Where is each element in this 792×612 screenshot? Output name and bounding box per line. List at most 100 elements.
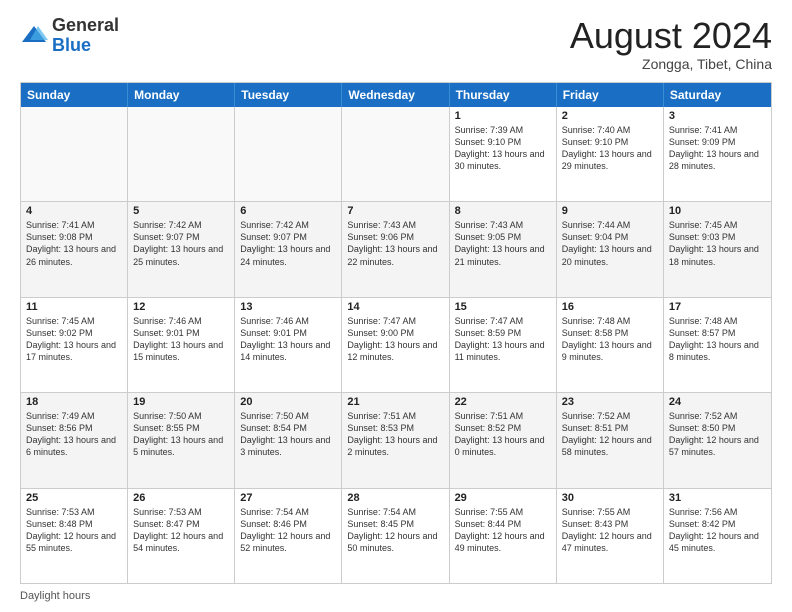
day-info: Sunrise: 7:40 AM Sunset: 9:10 PM Dayligh… xyxy=(562,124,658,173)
calendar-cell: 20 Sunrise: 7:50 AM Sunset: 8:54 PM Dayli… xyxy=(235,393,342,487)
calendar-cell: 5 Sunrise: 7:42 AM Sunset: 9:07 PM Daylig… xyxy=(128,202,235,296)
calendar-cell: 14Sunrise: 7:47 AM Sunset: 9:00 PM Dayli… xyxy=(342,298,449,392)
day-number: 21 xyxy=(347,396,443,408)
day-number: 17 xyxy=(669,301,766,313)
calendar-cell xyxy=(128,107,235,201)
day-info: Sunrise: 7:47 AM Sunset: 8:59 PM Dayligh… xyxy=(455,315,551,364)
calendar-cell: 13 Sunrise: 7:46 AM Sunset: 9:01 PM Dayli… xyxy=(235,298,342,392)
day-info: Sunrise: 7:55 AM Sunset: 8:44 PM Dayligh… xyxy=(455,506,551,555)
calendar-cell: 12Sunrise: 7:46 AM Sunset: 9:01 PM Dayli… xyxy=(128,298,235,392)
day-info: Sunrise: 7:46 AM Sunset: 9:01 PM Dayligh… xyxy=(240,315,336,364)
day-info: Sunrise: 7:43 AM Sunset: 9:05 PM Dayligh… xyxy=(455,219,551,268)
day-info: Sunrise: 7:45 AM Sunset: 9:02 PM Dayligh… xyxy=(26,315,122,364)
day-number: 20 xyxy=(240,396,336,408)
day-number: 28 xyxy=(347,492,443,504)
header-day-wednesday: Wednesday xyxy=(342,83,449,107)
header-day-saturday: Saturday xyxy=(664,83,771,107)
calendar-cell: 6 Sunrise: 7:42 AM Sunset: 9:07 PM Daylig… xyxy=(235,202,342,296)
header-day-sunday: Sunday xyxy=(21,83,128,107)
calendar-cell: 17 Sunrise: 7:48 AM Sunset: 8:57 PM Dayli… xyxy=(664,298,771,392)
calendar-cell: 22Sunrise: 7:51 AM Sunset: 8:52 PM Dayli… xyxy=(450,393,557,487)
day-info: Sunrise: 7:45 AM Sunset: 9:03 PM Dayligh… xyxy=(669,219,766,268)
title-block: August 2024 Zongga, Tibet, China xyxy=(570,16,772,72)
calendar-row: 4 Sunrise: 7:41 AM Sunset: 9:08 PM Daylig… xyxy=(21,202,771,297)
day-info: Sunrise: 7:54 AM Sunset: 8:45 PM Dayligh… xyxy=(347,506,443,555)
day-number: 3 xyxy=(669,110,766,122)
header-day-tuesday: Tuesday xyxy=(235,83,342,107)
day-number: 23 xyxy=(562,396,658,408)
day-info: Sunrise: 7:42 AM Sunset: 9:07 PM Dayligh… xyxy=(240,219,336,268)
header-day-friday: Friday xyxy=(557,83,664,107)
day-number: 14 xyxy=(347,301,443,313)
calendar-row: 11 Sunrise: 7:45 AM Sunset: 9:02 PM Dayli… xyxy=(21,298,771,393)
calendar-cell: 10 Sunrise: 7:45 AM Sunset: 9:03 PM Dayli… xyxy=(664,202,771,296)
calendar-cell: 21 Sunrise: 7:51 AM Sunset: 8:53 PM Dayli… xyxy=(342,393,449,487)
calendar-cell: 29 Sunrise: 7:55 AM Sunset: 8:44 PM Dayli… xyxy=(450,489,557,583)
day-info: Sunrise: 7:50 AM Sunset: 8:54 PM Dayligh… xyxy=(240,410,336,459)
daylight-hours-label: Daylight hours xyxy=(20,590,90,602)
calendar-body: 1Sunrise: 7:39 AM Sunset: 9:10 PM Daylig… xyxy=(21,107,771,583)
day-info: Sunrise: 7:56 AM Sunset: 8:42 PM Dayligh… xyxy=(669,506,766,555)
month-year: August 2024 xyxy=(570,16,772,56)
calendar-cell: 7Sunrise: 7:43 AM Sunset: 9:06 PM Daylig… xyxy=(342,202,449,296)
day-number: 18 xyxy=(26,396,122,408)
day-info: Sunrise: 7:53 AM Sunset: 8:48 PM Dayligh… xyxy=(26,506,122,555)
day-number: 26 xyxy=(133,492,229,504)
day-info: Sunrise: 7:51 AM Sunset: 8:53 PM Dayligh… xyxy=(347,410,443,459)
day-number: 9 xyxy=(562,205,658,217)
day-number: 10 xyxy=(669,205,766,217)
day-info: Sunrise: 7:53 AM Sunset: 8:47 PM Dayligh… xyxy=(133,506,229,555)
calendar-cell: 18 Sunrise: 7:49 AM Sunset: 8:56 PM Dayli… xyxy=(21,393,128,487)
calendar-cell: 3Sunrise: 7:41 AM Sunset: 9:09 PM Daylig… xyxy=(664,107,771,201)
day-info: Sunrise: 7:42 AM Sunset: 9:07 PM Dayligh… xyxy=(133,219,229,268)
day-number: 29 xyxy=(455,492,551,504)
day-number: 4 xyxy=(26,205,122,217)
day-info: Sunrise: 7:49 AM Sunset: 8:56 PM Dayligh… xyxy=(26,410,122,459)
day-info: Sunrise: 7:41 AM Sunset: 9:08 PM Dayligh… xyxy=(26,219,122,268)
calendar: SundayMondayTuesdayWednesdayThursdayFrid… xyxy=(20,82,772,584)
day-number: 15 xyxy=(455,301,551,313)
calendar-cell xyxy=(235,107,342,201)
day-number: 25 xyxy=(26,492,122,504)
page: General Blue August 2024 Zongga, Tibet, … xyxy=(0,0,792,612)
day-number: 5 xyxy=(133,205,229,217)
calendar-header: SundayMondayTuesdayWednesdayThursdayFrid… xyxy=(21,83,771,107)
calendar-cell: 4 Sunrise: 7:41 AM Sunset: 9:08 PM Daylig… xyxy=(21,202,128,296)
day-info: Sunrise: 7:43 AM Sunset: 9:06 PM Dayligh… xyxy=(347,219,443,268)
calendar-row: 1Sunrise: 7:39 AM Sunset: 9:10 PM Daylig… xyxy=(21,107,771,202)
day-number: 1 xyxy=(455,110,551,122)
logo-blue-text: Blue xyxy=(52,35,91,55)
calendar-cell: 16 Sunrise: 7:48 AM Sunset: 8:58 PM Dayli… xyxy=(557,298,664,392)
calendar-cell: 23 Sunrise: 7:52 AM Sunset: 8:51 PM Dayli… xyxy=(557,393,664,487)
header: General Blue August 2024 Zongga, Tibet, … xyxy=(20,16,772,72)
day-info: Sunrise: 7:51 AM Sunset: 8:52 PM Dayligh… xyxy=(455,410,551,459)
day-number: 11 xyxy=(26,301,122,313)
logo-general-text: General xyxy=(52,15,119,35)
day-number: 24 xyxy=(669,396,766,408)
calendar-row: 25 Sunrise: 7:53 AM Sunset: 8:48 PM Dayli… xyxy=(21,489,771,583)
day-info: Sunrise: 7:48 AM Sunset: 8:57 PM Dayligh… xyxy=(669,315,766,364)
calendar-cell: 25 Sunrise: 7:53 AM Sunset: 8:48 PM Dayli… xyxy=(21,489,128,583)
day-number: 16 xyxy=(562,301,658,313)
day-number: 8 xyxy=(455,205,551,217)
day-info: Sunrise: 7:48 AM Sunset: 8:58 PM Dayligh… xyxy=(562,315,658,364)
calendar-cell: 28 Sunrise: 7:54 AM Sunset: 8:45 PM Dayli… xyxy=(342,489,449,583)
calendar-cell: 26 Sunrise: 7:53 AM Sunset: 8:47 PM Dayli… xyxy=(128,489,235,583)
day-number: 13 xyxy=(240,301,336,313)
calendar-cell: 27 Sunrise: 7:54 AM Sunset: 8:46 PM Dayli… xyxy=(235,489,342,583)
day-info: Sunrise: 7:52 AM Sunset: 8:51 PM Dayligh… xyxy=(562,410,658,459)
footer: Daylight hours xyxy=(20,590,772,602)
day-info: Sunrise: 7:54 AM Sunset: 8:46 PM Dayligh… xyxy=(240,506,336,555)
calendar-cell xyxy=(342,107,449,201)
day-info: Sunrise: 7:52 AM Sunset: 8:50 PM Dayligh… xyxy=(669,410,766,459)
calendar-cell: 11 Sunrise: 7:45 AM Sunset: 9:02 PM Dayli… xyxy=(21,298,128,392)
header-day-thursday: Thursday xyxy=(450,83,557,107)
calendar-cell: 15 Sunrise: 7:47 AM Sunset: 8:59 PM Dayli… xyxy=(450,298,557,392)
day-info: Sunrise: 7:46 AM Sunset: 9:01 PM Dayligh… xyxy=(133,315,229,364)
day-number: 2 xyxy=(562,110,658,122)
day-number: 6 xyxy=(240,205,336,217)
day-number: 27 xyxy=(240,492,336,504)
calendar-cell: 8 Sunrise: 7:43 AM Sunset: 9:05 PM Daylig… xyxy=(450,202,557,296)
logo: General Blue xyxy=(20,16,119,56)
day-number: 31 xyxy=(669,492,766,504)
